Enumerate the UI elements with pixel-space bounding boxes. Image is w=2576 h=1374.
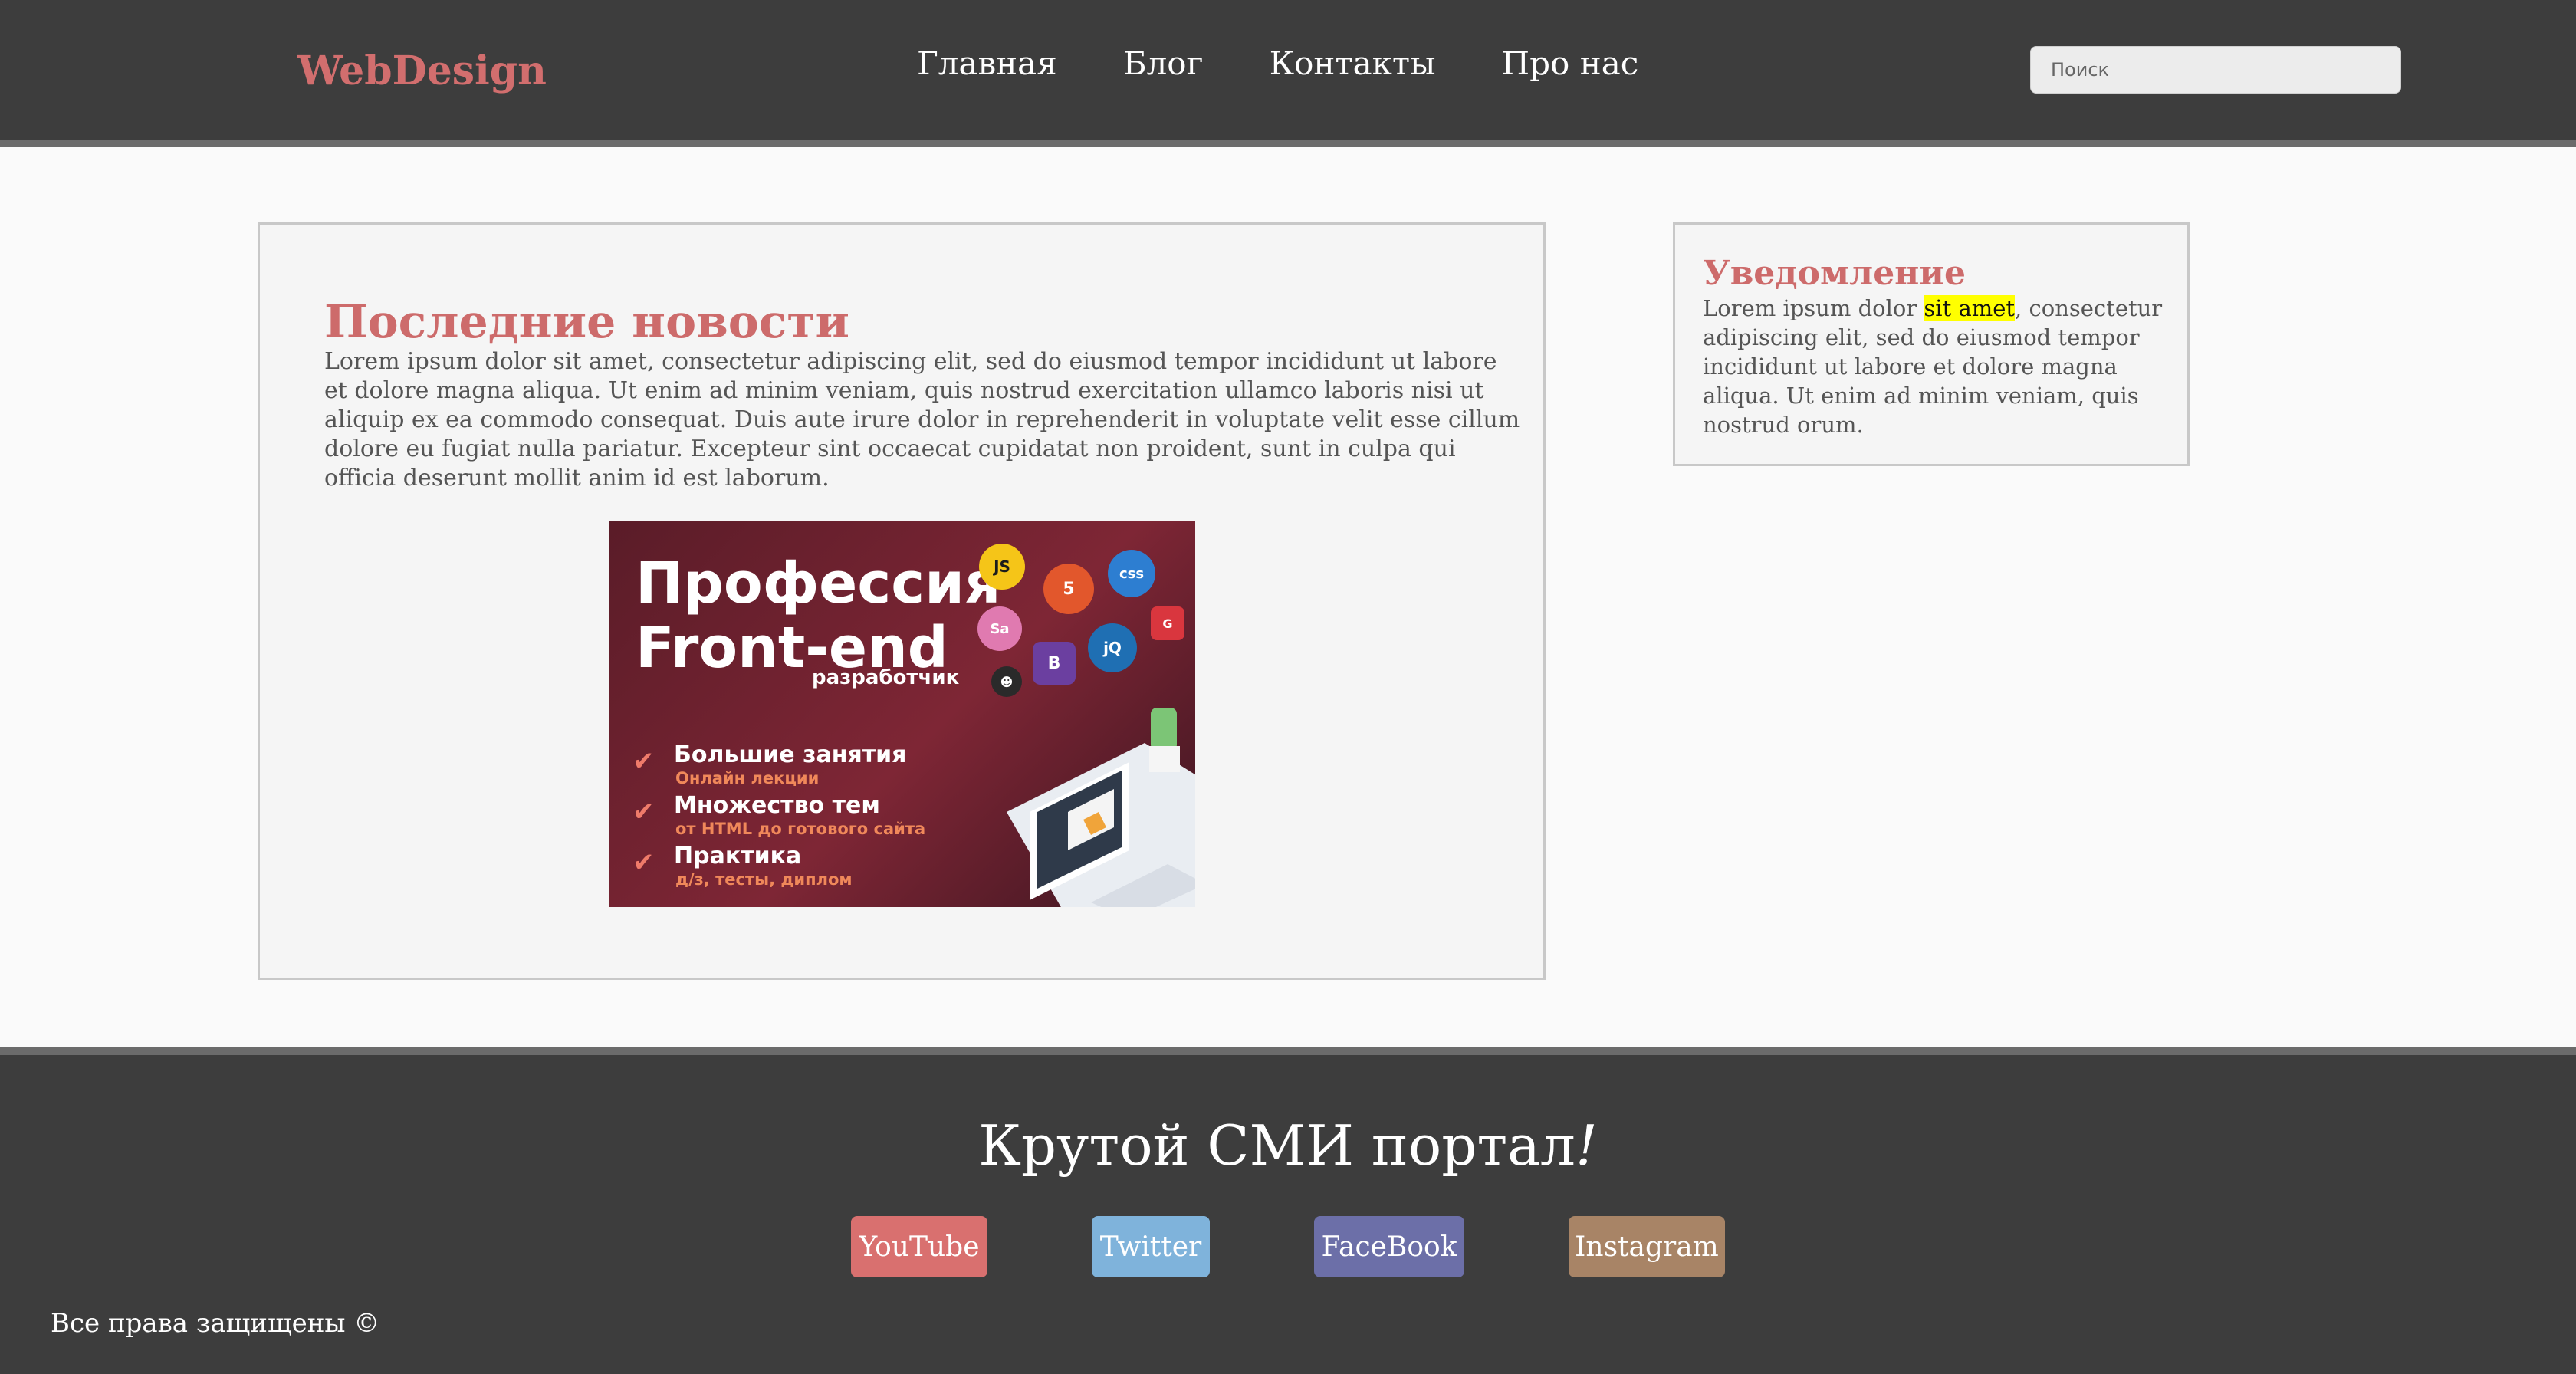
instagram-button[interactable]: Instagram bbox=[1569, 1216, 1725, 1277]
bootstrap-icon: B bbox=[1033, 642, 1076, 685]
course-banner-image[interactable]: Профессия Front-end разработчик JS 5 css… bbox=[610, 521, 1195, 907]
news-text: Lorem ipsum dolor sit amet, consectetur … bbox=[324, 348, 1520, 491]
jquery-icon: jQ bbox=[1088, 623, 1137, 672]
nav-item-contacts[interactable]: Контакты bbox=[1270, 44, 1436, 82]
news-card: Последние новости Lorem ipsum dolor sit … bbox=[258, 222, 1546, 980]
site-header: WebDesign Главная Блог Контакты Про нас bbox=[0, 0, 2576, 147]
notice-text: Lorem ipsum dolor sit amet, consectetur … bbox=[1703, 295, 2163, 438]
main-nav: Главная Блог Контакты Про нас bbox=[917, 44, 1704, 82]
nav-item-home[interactable]: Главная bbox=[917, 44, 1057, 82]
highlighted-text: sit amet bbox=[1924, 295, 2016, 321]
laptop-illustration bbox=[1007, 708, 1195, 907]
check-icon: ✔ bbox=[632, 746, 655, 777]
facebook-button[interactable]: FaceBook bbox=[1314, 1216, 1464, 1277]
site-footer: Крутой СМИ портал! YouTube Twitter FaceB… bbox=[0, 1047, 2576, 1374]
nav-item-blog[interactable]: Блог bbox=[1123, 44, 1204, 82]
notice-card: Уведомление Lorem ipsum dolor sit amet, … bbox=[1673, 222, 2190, 466]
js-icon: JS bbox=[979, 544, 1025, 590]
copyright-text: Все права защищены © bbox=[51, 1308, 380, 1339]
search-input[interactable] bbox=[2030, 46, 2401, 94]
gulp-icon: G bbox=[1151, 606, 1184, 640]
check-icon: ✔ bbox=[632, 797, 655, 827]
banner-subtitle: разработчик bbox=[812, 666, 960, 689]
banner-title-line1: Профессия bbox=[636, 551, 1001, 616]
news-title: Последние новости bbox=[324, 295, 850, 349]
html5-icon: 5 bbox=[1043, 564, 1094, 614]
youtube-button[interactable]: YouTube bbox=[851, 1216, 987, 1277]
nav-item-about[interactable]: Про нас bbox=[1502, 44, 1639, 82]
sass-icon: Sa bbox=[978, 606, 1022, 651]
ninja-icon: ☻ bbox=[991, 666, 1022, 697]
footer-title: Крутой СМИ портал! bbox=[978, 1113, 1598, 1178]
notice-title: Уведомление bbox=[1703, 254, 1967, 293]
check-icon: ✔ bbox=[632, 847, 655, 878]
banner-title: Профессия Front-end bbox=[636, 551, 1001, 680]
twitter-button[interactable]: Twitter bbox=[1092, 1216, 1210, 1277]
site-logo[interactable]: WebDesign bbox=[297, 48, 547, 94]
css3-icon: css bbox=[1108, 550, 1155, 597]
